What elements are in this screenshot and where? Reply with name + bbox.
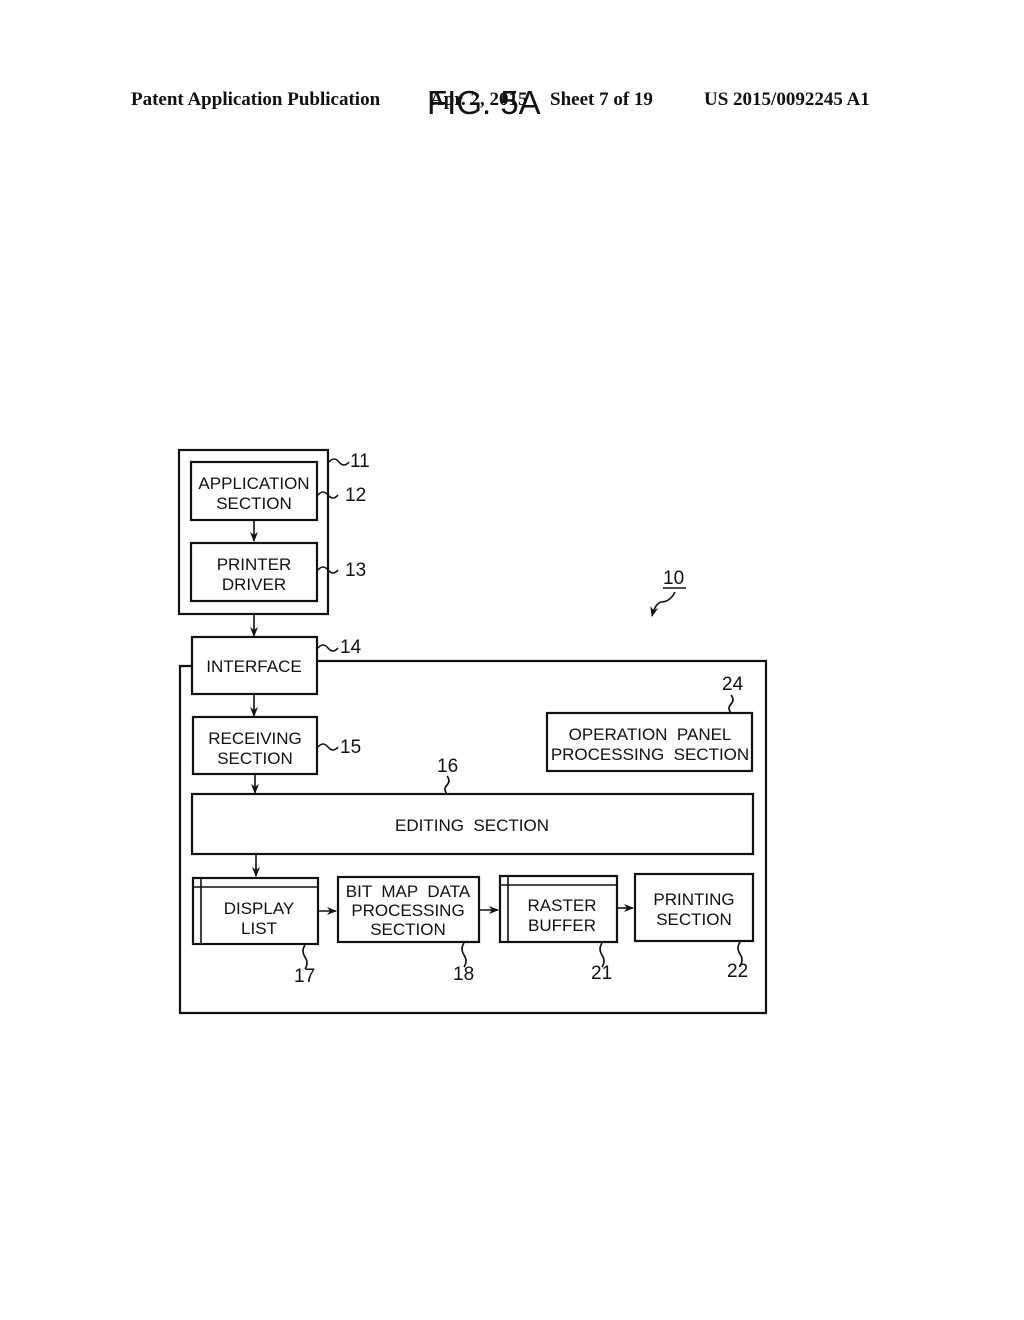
ref-24: 24 xyxy=(722,674,744,695)
application-label-1: APPLICATION xyxy=(198,474,309,493)
ref-leader-16 xyxy=(444,775,450,795)
raster-buffer-block: RASTER BUFFER xyxy=(498,874,619,944)
receiving-label-1: RECEIVING xyxy=(208,729,302,748)
block-diagram: 11 APPLICATION SECTION 12 PRINTER DRIVER… xyxy=(177,448,768,1015)
ref-leader-15 xyxy=(317,743,339,751)
ref-10: 10 xyxy=(663,568,684,589)
bitmap-label-3: SECTION xyxy=(370,920,446,939)
application-section-block: APPLICATION SECTION xyxy=(189,460,319,522)
ref-12: 12 xyxy=(345,485,366,506)
interface-block: INTERFACE xyxy=(190,635,319,696)
editing-section-block: EDITING SECTION xyxy=(190,792,755,856)
ref-14: 14 xyxy=(340,637,362,658)
operation-panel-label-1: OPERATION PANEL xyxy=(569,725,732,744)
display-list-label-2: LIST xyxy=(241,919,277,938)
ref-11: 11 xyxy=(350,451,370,472)
printing-section-block: PRINTING SECTION xyxy=(633,872,755,943)
ref-leader-14 xyxy=(317,644,339,652)
ref-18: 18 xyxy=(453,964,474,985)
bitmap-processing-block: BIT MAP DATA PROCESSING SECTION xyxy=(336,875,481,944)
ref-10-leader-arrow xyxy=(650,591,676,617)
printer-driver-block: PRINTER DRIVER xyxy=(189,541,319,603)
editing-label: EDITING SECTION xyxy=(395,816,549,835)
receiving-section-block: RECEIVING SECTION xyxy=(191,715,319,776)
operation-panel-label-2: PROCESSING SECTION xyxy=(551,745,749,764)
printing-label-1: PRINTING xyxy=(653,890,734,909)
ref-15: 15 xyxy=(340,737,361,758)
operation-panel-block: OPERATION PANEL PROCESSING SECTION xyxy=(545,711,754,773)
raster-buffer-label-2: BUFFER xyxy=(528,916,596,935)
ref-16: 16 xyxy=(437,756,458,777)
application-label-2: SECTION xyxy=(216,494,292,513)
ref-21: 21 xyxy=(591,963,612,984)
ref-22: 22 xyxy=(727,961,748,982)
bitmap-label-2: PROCESSING xyxy=(351,901,464,920)
display-list-label-1: DISPLAY xyxy=(224,899,295,918)
display-list-block: DISPLAY LIST xyxy=(191,876,320,946)
bitmap-label-1: BIT MAP DATA xyxy=(346,882,471,901)
raster-buffer-label-1: RASTER xyxy=(528,896,597,915)
ref-17: 17 xyxy=(294,966,315,987)
ref-13: 13 xyxy=(345,560,366,581)
receiving-label-2: SECTION xyxy=(217,749,293,768)
ref-leader-24 xyxy=(728,694,734,714)
printer-driver-label-1: PRINTER xyxy=(217,555,292,574)
printing-label-2: SECTION xyxy=(656,910,732,929)
printer-driver-label-2: DRIVER xyxy=(222,575,286,594)
interface-label: INTERFACE xyxy=(206,657,301,676)
ref-leader-11 xyxy=(328,458,350,466)
